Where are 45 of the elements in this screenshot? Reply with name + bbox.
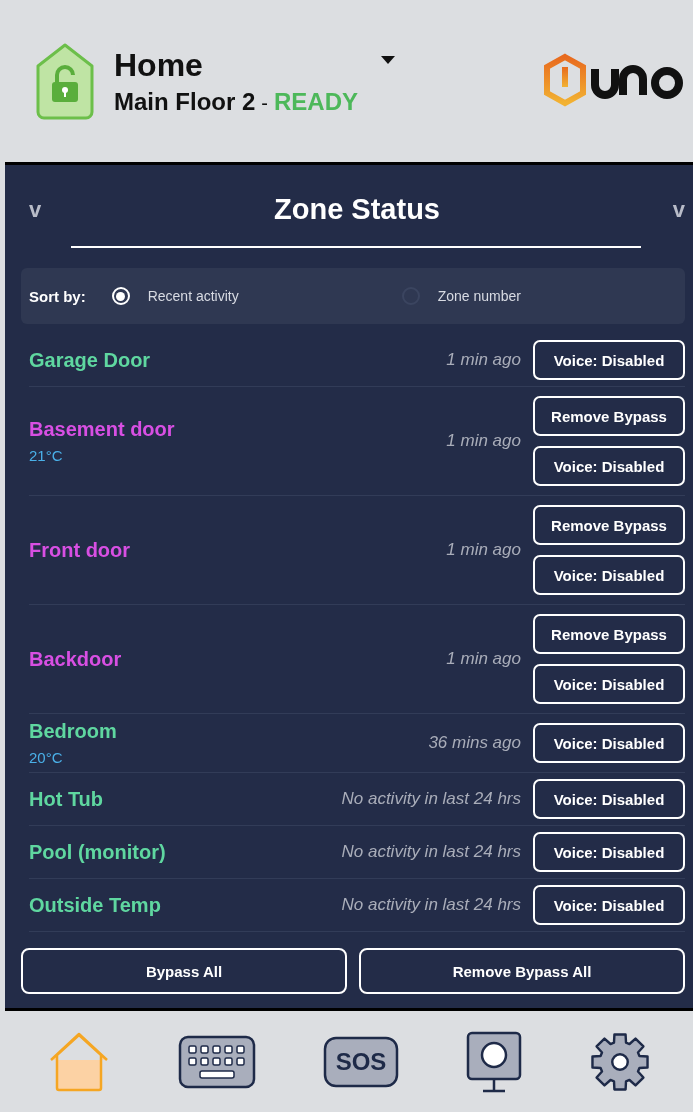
zone-name: Garage Door xyxy=(29,348,152,372)
keyboard-icon[interactable] xyxy=(177,1034,256,1089)
zone-name: Outside Temp xyxy=(29,893,162,917)
zone-button[interactable]: Voice: Disabled xyxy=(533,885,685,925)
zone-button[interactable]: Voice: Disabled xyxy=(533,779,685,819)
zone-name: Backdoor xyxy=(29,647,123,671)
zone-name: Front door xyxy=(29,538,132,562)
bypass-action-button[interactable]: Bypass All xyxy=(21,948,347,994)
sort-option[interactable]: Recent activity xyxy=(111,287,402,305)
zone-name: Pool (monitor) xyxy=(29,840,167,864)
panel-title: Zone Status xyxy=(274,193,440,226)
zone-temperature: 20°C xyxy=(29,749,64,766)
collapse-toggle[interactable]: v xyxy=(29,196,42,223)
sos-button[interactable]: SOS xyxy=(322,1035,399,1088)
activity-time: 1 min ago xyxy=(446,431,521,451)
activity-time: 1 min ago xyxy=(446,649,521,669)
camera-icon[interactable] xyxy=(466,1030,523,1093)
status-text: READY xyxy=(274,87,359,116)
zone-button[interactable]: Voice: Disabled xyxy=(533,340,685,380)
activity-time: No activity in last 24 hrs xyxy=(341,789,521,809)
sort-label: Sort by: xyxy=(29,287,86,305)
zone-button[interactable]: Voice: Disabled xyxy=(533,664,685,704)
zone-name: Bedroom xyxy=(29,720,118,743)
dropdown-caret-icon[interactable] xyxy=(381,56,395,64)
zone-button[interactable]: Voice: Disabled xyxy=(533,723,685,763)
activity-time: 1 min ago xyxy=(446,540,521,560)
activity-time: 36 mins ago xyxy=(428,733,521,753)
activity-time: 1 min ago xyxy=(446,350,521,370)
zone-button[interactable]: Remove Bypass xyxy=(533,614,685,654)
zone-button[interactable]: Remove Bypass xyxy=(533,396,685,436)
separator: - xyxy=(261,91,268,115)
zone-button[interactable]: Voice: Disabled xyxy=(533,446,685,486)
activity-time: No activity in last 24 hrs xyxy=(341,842,521,862)
collapse-toggle[interactable]: v xyxy=(672,196,685,223)
sort-option[interactable]: Zone number xyxy=(401,287,602,305)
zone-button[interactable]: Voice: Disabled xyxy=(533,555,685,595)
activity-time: No activity in last 24 hrs xyxy=(341,895,521,915)
zone-temperature: 21°C xyxy=(29,447,64,464)
bypass-action-button[interactable]: Remove Bypass All xyxy=(359,948,685,994)
zone-button[interactable]: Voice: Disabled xyxy=(533,832,685,872)
partition-name: Main Floor 2 xyxy=(114,87,256,116)
location-name: Home xyxy=(114,46,203,84)
zone-name: Hot Tub xyxy=(29,787,105,811)
zone-button[interactable]: Remove Bypass xyxy=(533,505,685,545)
zone-name: Basement door xyxy=(29,418,176,441)
